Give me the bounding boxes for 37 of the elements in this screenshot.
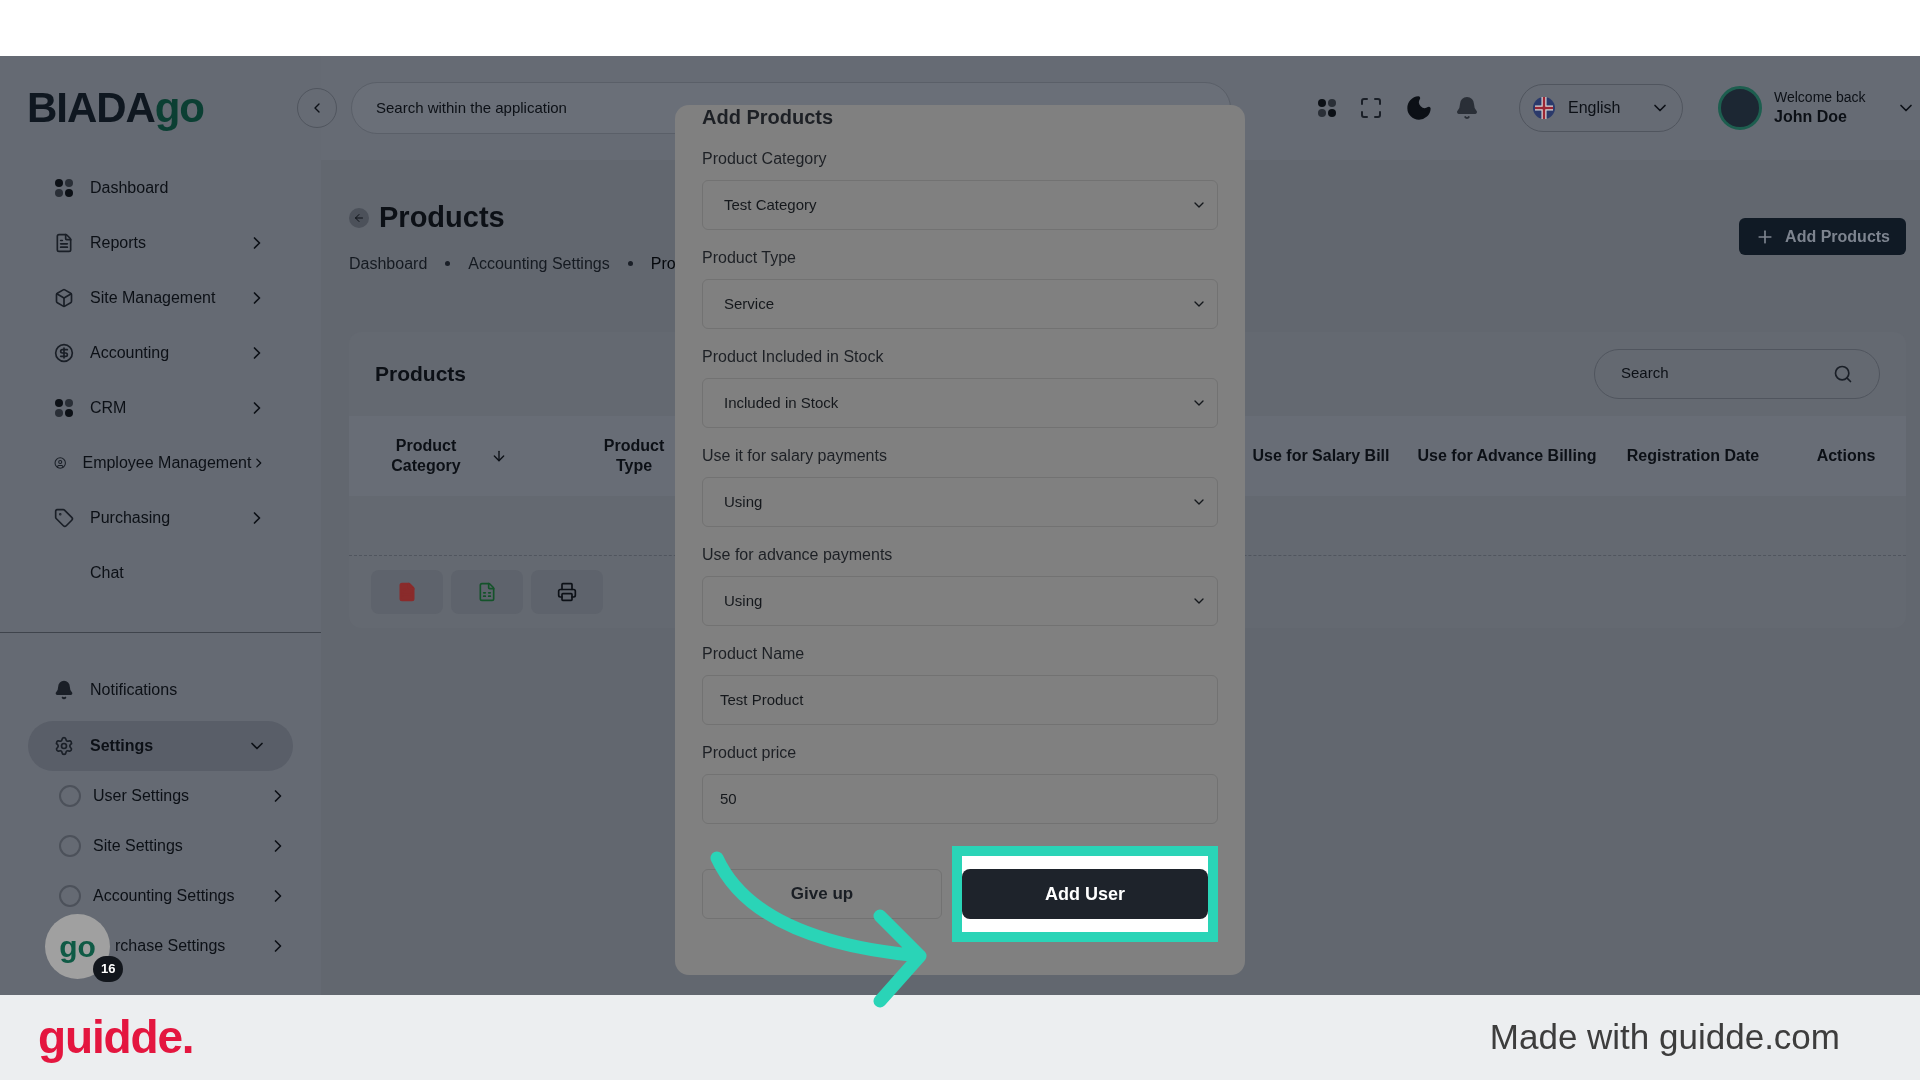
field-label: Product price [702, 743, 798, 763]
select-value: Test Category [724, 194, 817, 215]
field-label: Use it for salary payments [702, 446, 888, 466]
field-label: Product Included in Stock [702, 347, 885, 367]
select-value: Using [724, 491, 763, 512]
page-title: Products [379, 200, 505, 235]
select-value: Service [724, 293, 775, 314]
modal-title: Add Products [702, 107, 835, 127]
sidebar-label: Site Management [90, 288, 216, 308]
field-label: Use for advance payments [702, 545, 894, 565]
logo: BIADAgo [27, 87, 204, 129]
sidebar-label: Reports [90, 233, 147, 253]
sidebar-label: Employee Management [82, 453, 252, 473]
sidebar-label: Accounting [90, 343, 170, 363]
welcome-text: Welcome back [1774, 89, 1866, 107]
sidebar-label: Purchasing [90, 508, 171, 528]
input-value: Test Product [720, 689, 804, 710]
sidebar-label: Chat [90, 563, 124, 583]
select-value: Using [724, 590, 763, 611]
sidebar-label: CRM [90, 398, 127, 418]
field-label: Product Name [702, 644, 806, 664]
table-title: Products [375, 360, 466, 387]
field-label: Product Category [702, 149, 828, 169]
search-placeholder: Search within the application [376, 97, 567, 118]
brand-logo: guidde. [38, 1010, 194, 1065]
input-value: 50 [720, 788, 737, 809]
language-label: English [1568, 98, 1621, 118]
user-name: John Doe [1774, 106, 1848, 127]
sidebar-label: Settings [90, 736, 154, 756]
count-badge: 16 [93, 956, 124, 982]
sidebar-label: Dashboard [90, 178, 169, 198]
select-value: Included in Stock [724, 392, 839, 413]
field-label: Product Type [702, 248, 797, 268]
chat-logo: go [59, 931, 96, 962]
sidebar-label: Notifications [90, 680, 178, 700]
made-with-text: Made with guidde.com [1489, 1016, 1840, 1059]
search-placeholder: Search [1621, 363, 1669, 384]
